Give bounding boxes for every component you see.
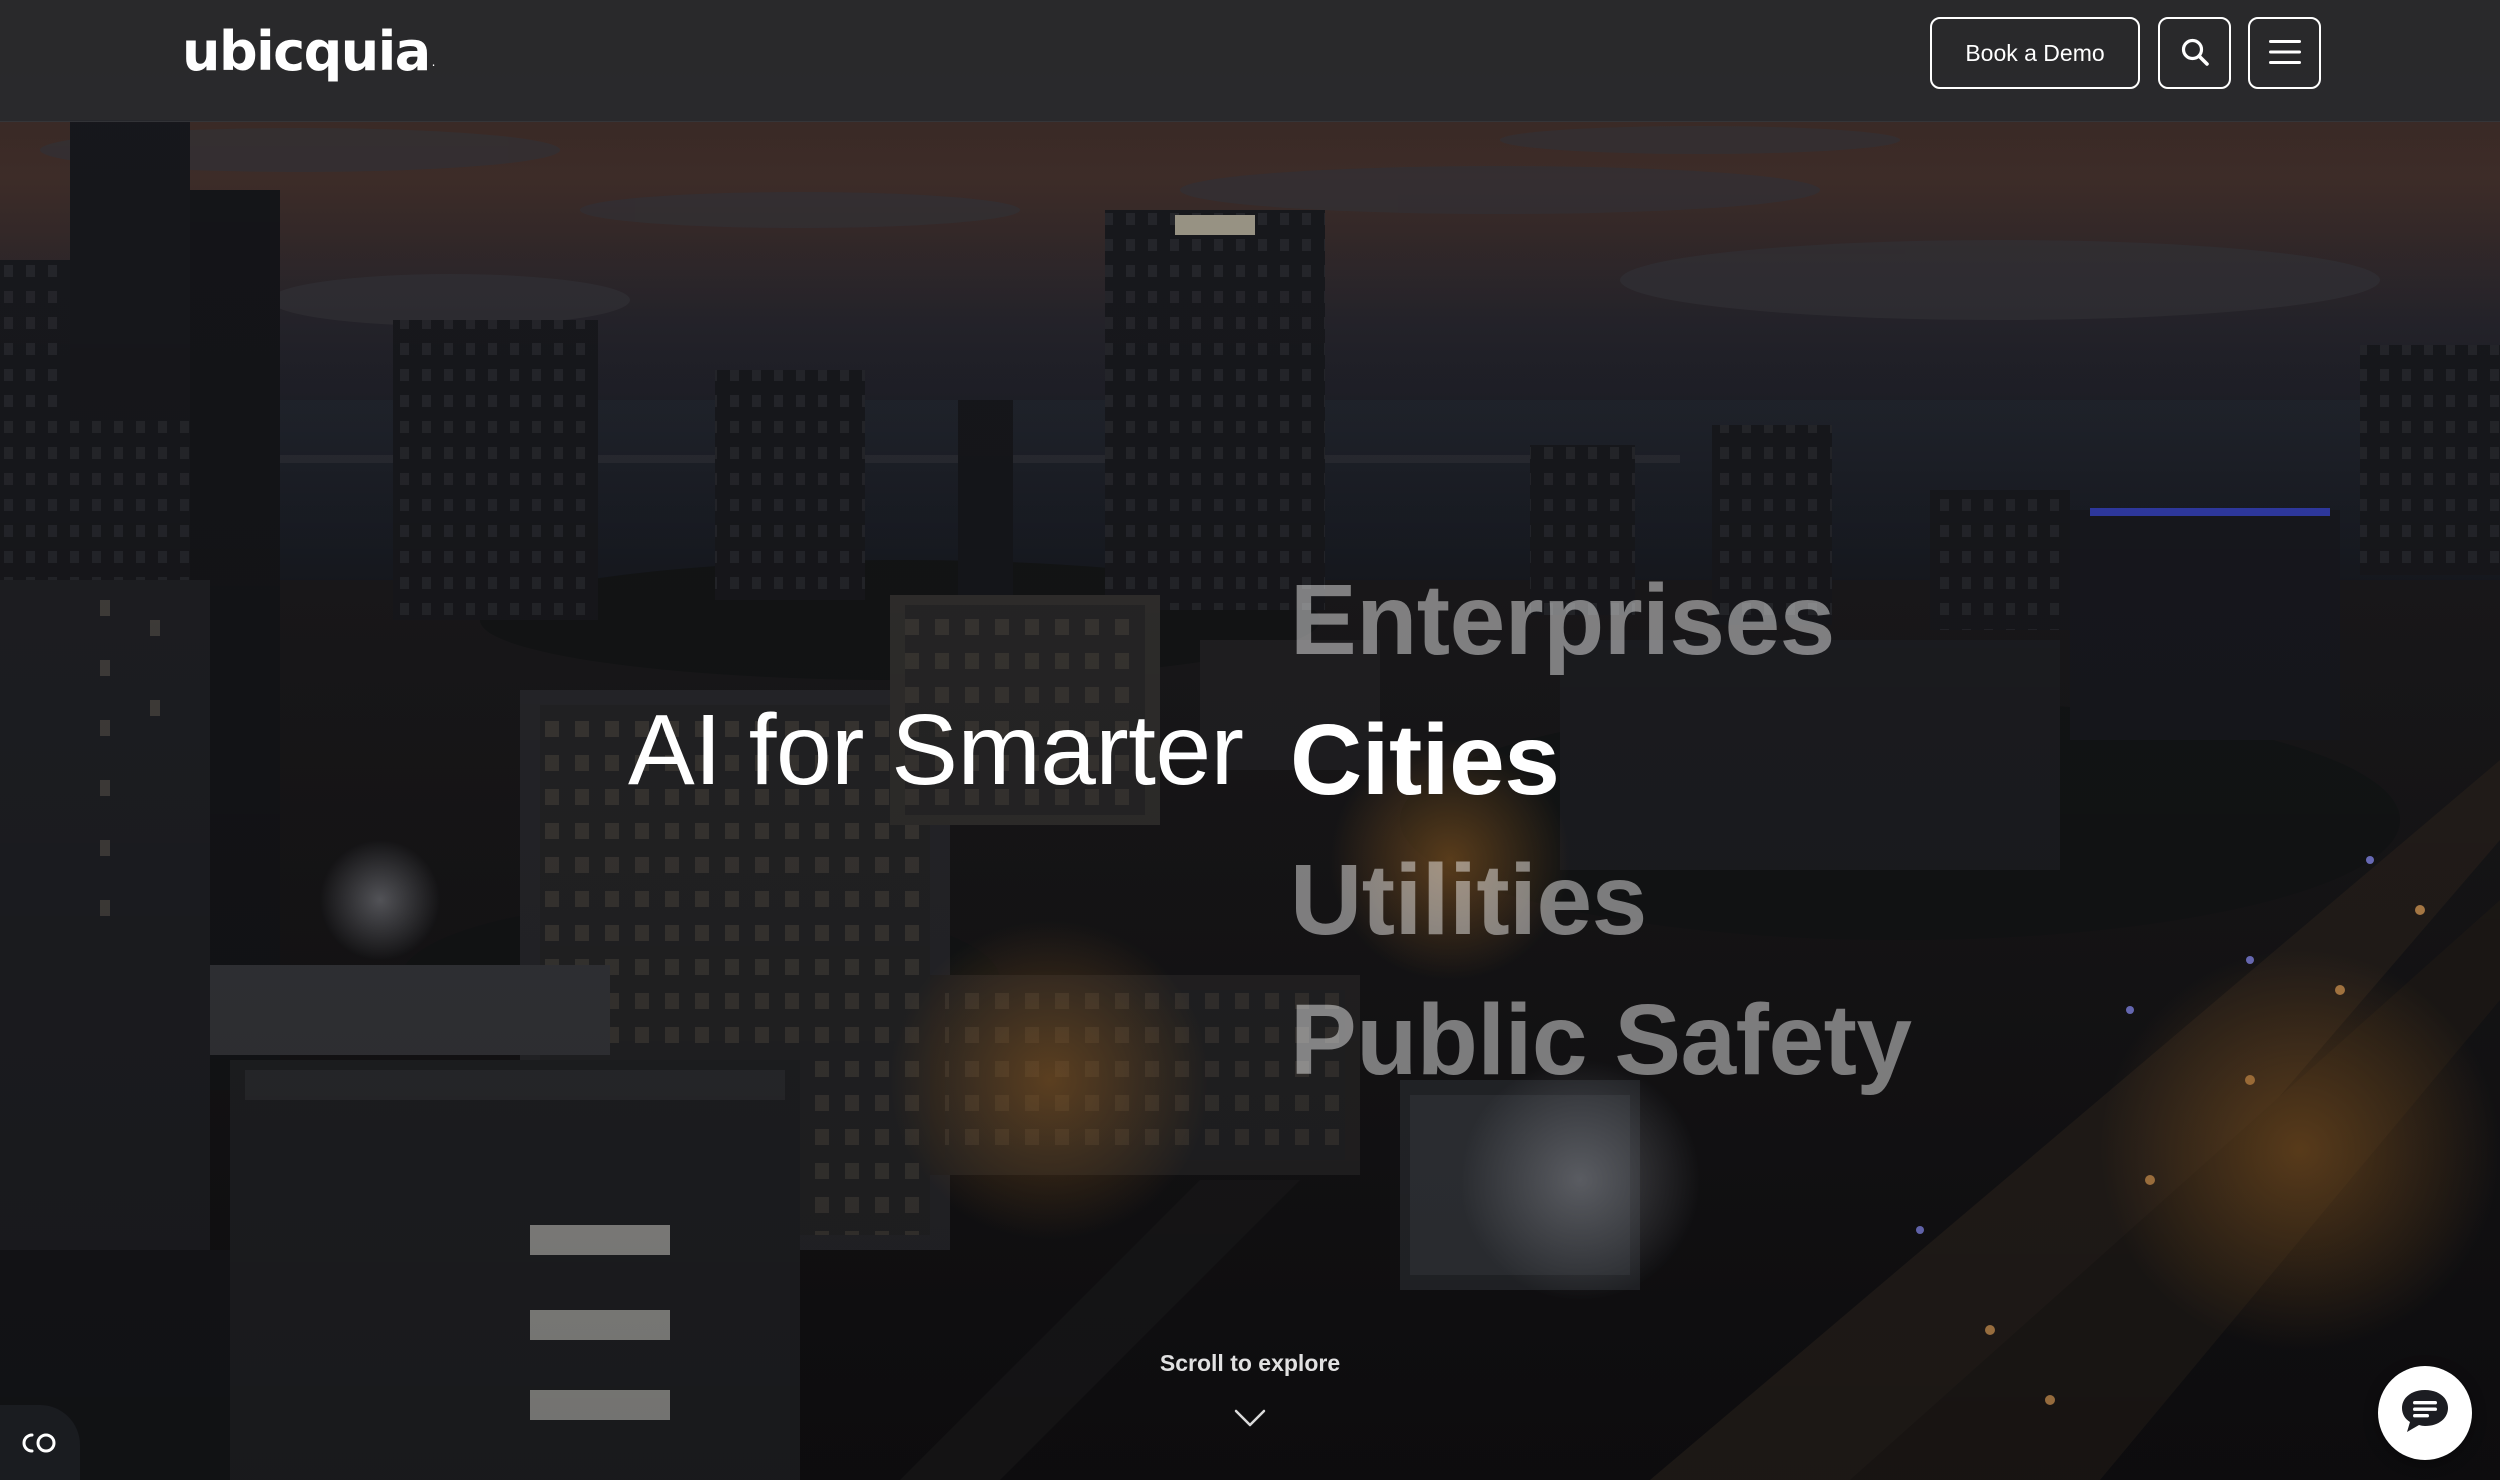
logo-text: ubicquia [182,19,431,83]
logo-mark: . [431,55,436,69]
site-header: ubicquia. Book a Demo [0,0,2500,122]
chat-button[interactable] [2378,1366,2472,1460]
menu-button[interactable] [2248,17,2321,89]
hamburger-menu-icon [2268,39,2301,68]
hero-background-image [0,0,2500,1480]
chat-bubble-icon [2399,1387,2451,1440]
hero-rotating-words: Enterprises Cities Utilities Public Safe… [1290,550,1990,1110]
accessibility-toggle-icon [18,1431,62,1460]
rotating-word-utilities: Utilities [1290,844,1647,956]
chevron-down-icon[interactable] [1232,1405,1268,1431]
search-icon [2180,37,2210,70]
book-demo-button[interactable]: Book a Demo [1930,17,2140,89]
hero-headline: AI for Smarter [628,694,1244,806]
rotating-word-cities: Cities [1290,704,1560,816]
scroll-to-explore-label: Scroll to explore [1159,1350,1341,1376]
rotating-word-enterprises: Enterprises [1290,564,1835,676]
search-button[interactable] [2158,17,2231,89]
ubicquia-logo[interactable]: ubicquia. [182,14,436,88]
rotating-word-public-safety: Public Safety [1290,984,1912,1096]
page: ubicquia. Book a Demo AI for Smarter Ent… [0,0,2500,1480]
accessibility-button[interactable] [0,1405,80,1480]
